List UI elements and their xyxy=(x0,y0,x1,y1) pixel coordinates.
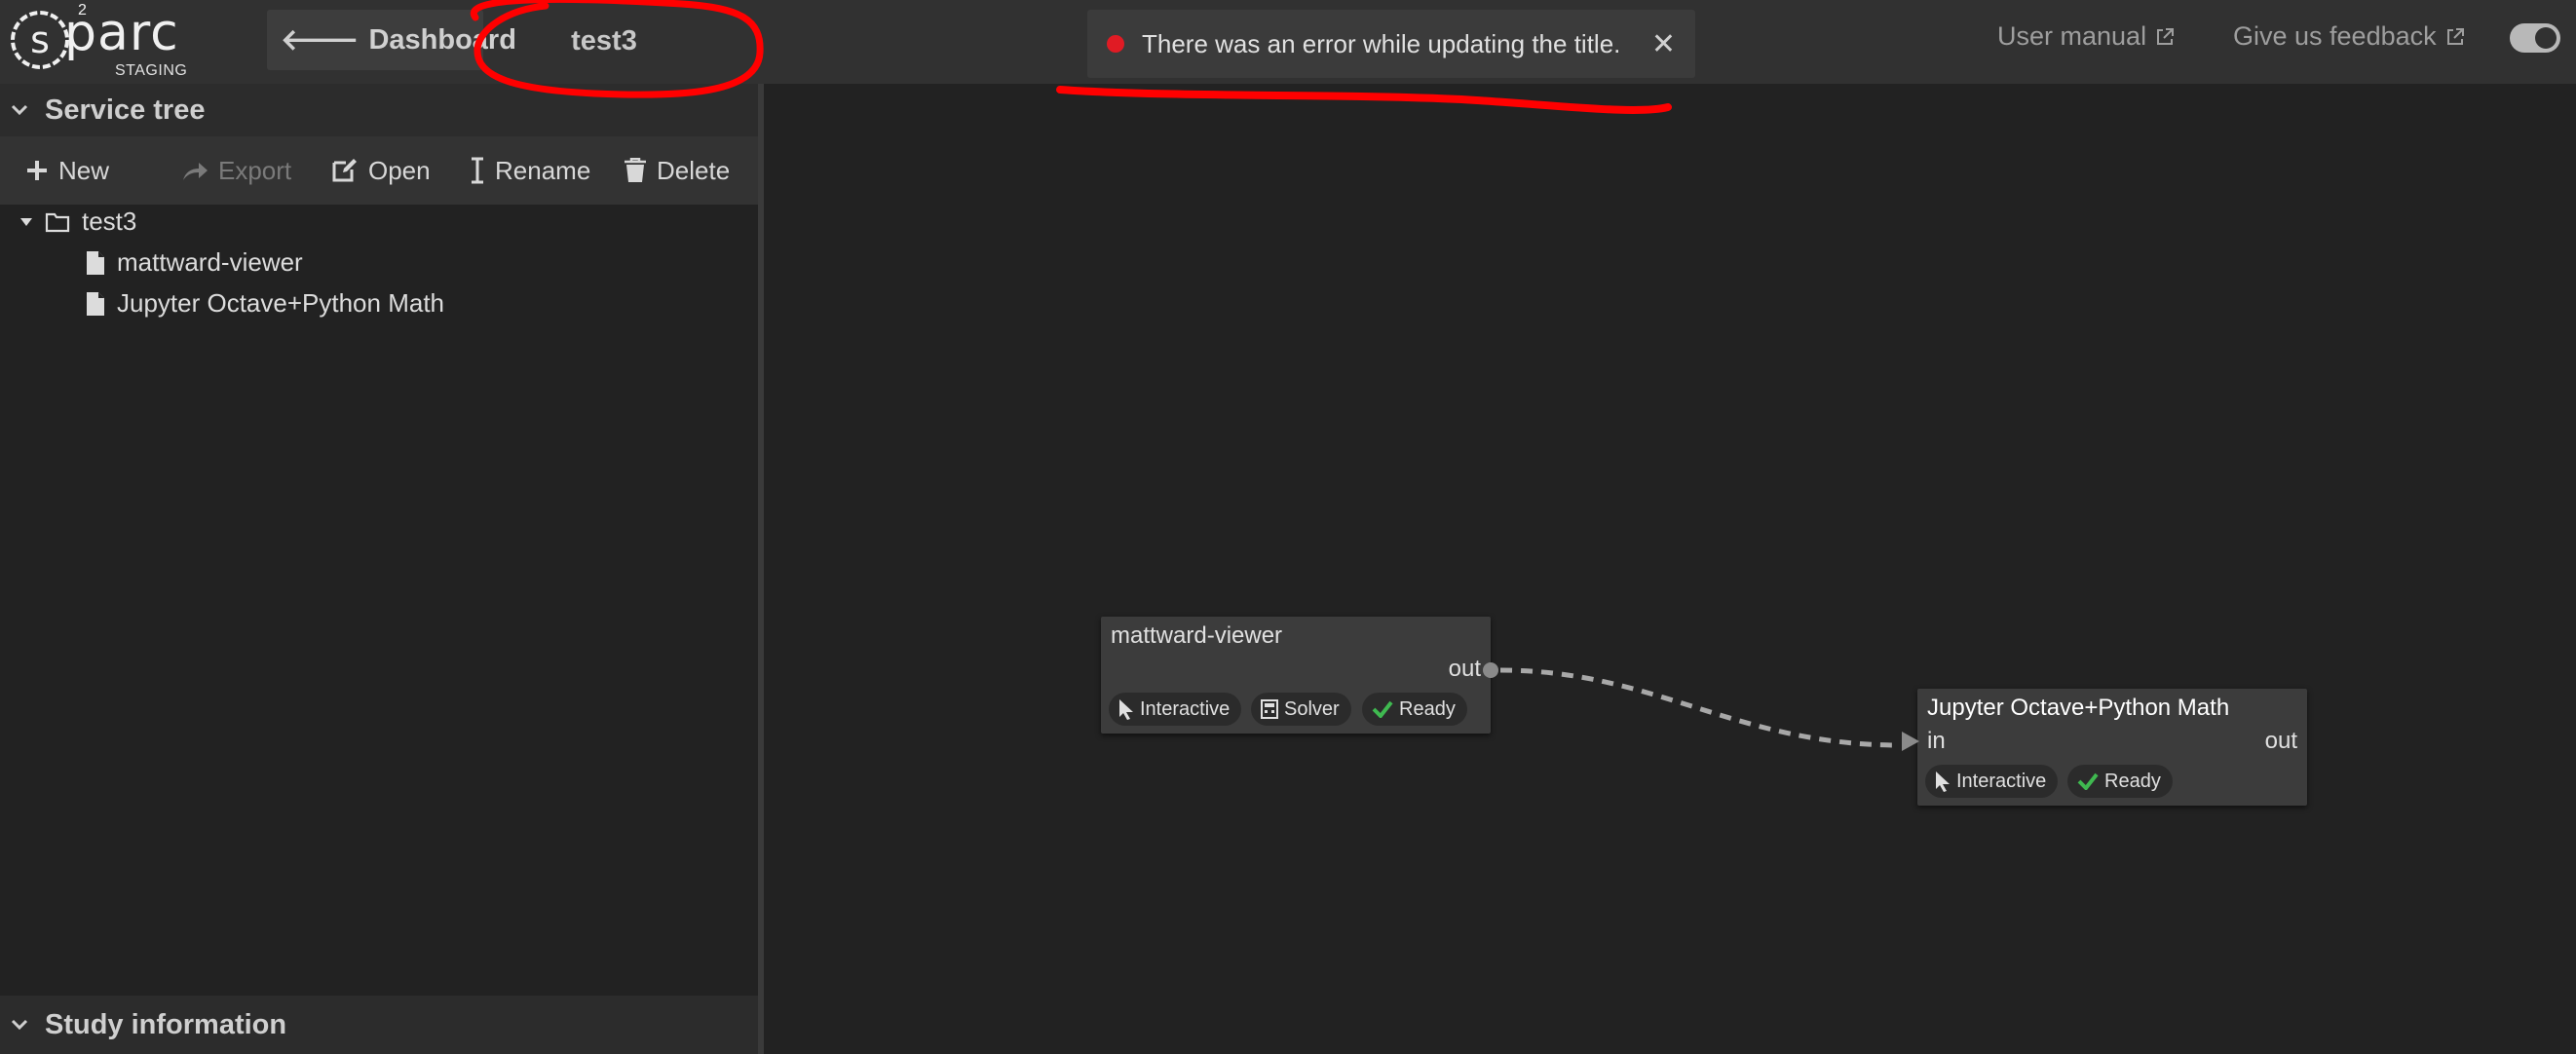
calculator-icon xyxy=(1261,699,1278,719)
node-jupyter-octave-python[interactable]: Jupyter Octave+Python Math in out Intera… xyxy=(1902,689,2307,806)
check-icon xyxy=(2077,772,2099,790)
chip-ready: Ready xyxy=(2067,765,2173,798)
check-icon xyxy=(1372,700,1393,718)
chip-interactive: Interactive xyxy=(1109,693,1242,726)
out-port-label: out xyxy=(1448,656,1481,682)
chip-label: Solver xyxy=(1284,697,1340,720)
pointer-icon xyxy=(1936,772,1950,792)
in-port-arrow-icon[interactable] xyxy=(1900,730,1921,753)
chip-label: Interactive xyxy=(1140,697,1231,720)
chip-solver: Solver xyxy=(1251,693,1351,726)
app-root: s 2 parc STAGING 🡐 Dashboard test3 There… xyxy=(0,0,2576,1054)
out-port[interactable] xyxy=(1483,662,1498,678)
node-title: Jupyter Octave+Python Math xyxy=(1927,695,2230,721)
node-title: mattward-viewer xyxy=(1111,622,1283,649)
node-mattward-viewer[interactable]: mattward-viewer out Interactive Solver R… xyxy=(1101,617,1498,734)
chip-label: Interactive xyxy=(1956,770,2047,792)
out-port-label: out xyxy=(2264,728,2297,754)
in-port-label: in xyxy=(1927,728,1946,754)
pointer-icon xyxy=(1119,699,1133,720)
chip-ready: Ready xyxy=(1362,693,1467,726)
chip-interactive: Interactive xyxy=(1925,765,2059,798)
chip-label: Ready xyxy=(2104,770,2161,792)
node-connection xyxy=(1499,667,1901,748)
connection-path xyxy=(1499,667,1901,748)
chip-label: Ready xyxy=(1399,697,1456,720)
